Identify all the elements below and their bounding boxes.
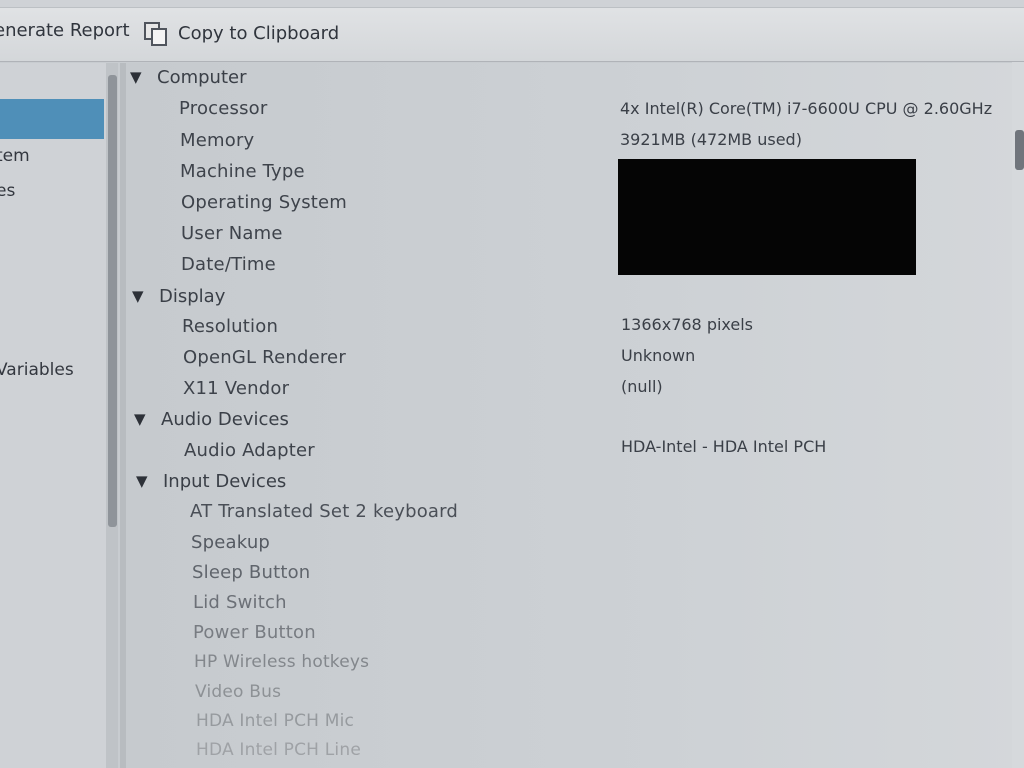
row-label-input-device[interactable]: Power Button [193,622,316,643]
sidebar-item-label: es [0,181,16,201]
row-label-opengl-renderer[interactable]: OpenGL Renderer [183,347,346,368]
tree-scrollbar-thumb[interactable] [1015,130,1024,170]
sidebar-item-system[interactable]: tem [0,146,30,166]
sidebar-item-selected[interactable] [0,99,104,139]
sidebar-item-variables[interactable]: Variables [0,360,74,380]
row-value-x11-vendor: (null) [621,377,663,396]
expander-arrow-icon[interactable]: ▼ [132,287,144,305]
category-audio-devices[interactable]: Audio Devices [161,409,289,430]
row-label-user-name[interactable]: User Name [181,223,283,244]
category-input-devices[interactable]: Input Devices [163,471,286,492]
toolbar: enerate Report Copy to Clipboard [0,0,1024,62]
redaction-box [618,159,916,275]
row-label-input-device[interactable]: HP Wireless hotkeys [194,652,369,672]
menu-bar [0,0,1024,8]
row-label-input-device[interactable]: Video Bus [195,682,281,702]
sidebar-item-devices[interactable]: es [0,181,15,201]
row-label-processor[interactable]: Processor [179,98,268,119]
row-label-operating-system[interactable]: Operating System [181,192,347,213]
row-label-input-device[interactable]: Sleep Button [192,562,310,583]
sidebar: tem es Variables [0,63,118,768]
row-label-resolution[interactable]: Resolution [182,316,278,337]
row-label-input-device[interactable]: HDA Intel PCH Line [196,740,361,760]
row-value-memory: 3921MB (472MB used) [620,130,802,149]
sidebar-item-label: tem [0,146,30,166]
copy-to-clipboard-label: Copy to Clipboard [178,22,340,44]
row-value-resolution: 1366x768 pixels [621,315,754,334]
sidebar-item-label: Variables [0,360,74,380]
sidebar-scrollbar-thumb[interactable] [108,75,117,527]
row-value-processor: 4x Intel(R) Core(TM) i7-6600U CPU @ 2.60… [620,99,993,118]
clipboard-icon [142,20,170,46]
expander-arrow-icon[interactable]: ▼ [134,410,146,428]
row-value-opengl-renderer: Unknown [621,346,696,365]
category-display[interactable]: Display [159,286,225,307]
generate-report-button[interactable]: enerate Report [0,20,130,41]
row-label-input-device[interactable]: Lid Switch [193,592,287,613]
tree-gutter [120,63,126,768]
row-label-input-device[interactable]: HDA Intel PCH Mic [196,711,354,731]
copy-to-clipboard-button[interactable]: Copy to Clipboard [142,20,339,46]
row-label-machine-type[interactable]: Machine Type [180,161,305,182]
row-label-x11-vendor[interactable]: X11 Vendor [183,378,289,399]
row-label-date-time[interactable]: Date/Time [181,254,276,275]
row-label-input-device[interactable]: Speakup [191,532,270,553]
generate-report-label: enerate Report [0,20,130,41]
expander-arrow-icon[interactable]: ▼ [136,472,148,490]
row-label-input-device[interactable]: AT Translated Set 2 keyboard [190,501,458,522]
row-label-memory[interactable]: Memory [180,130,254,151]
row-value-audio-adapter: HDA-Intel - HDA Intel PCH [621,437,827,456]
category-computer[interactable]: Computer [157,67,246,88]
row-label-audio-adapter[interactable]: Audio Adapter [184,440,315,461]
expander-arrow-icon[interactable]: ▼ [130,68,142,86]
